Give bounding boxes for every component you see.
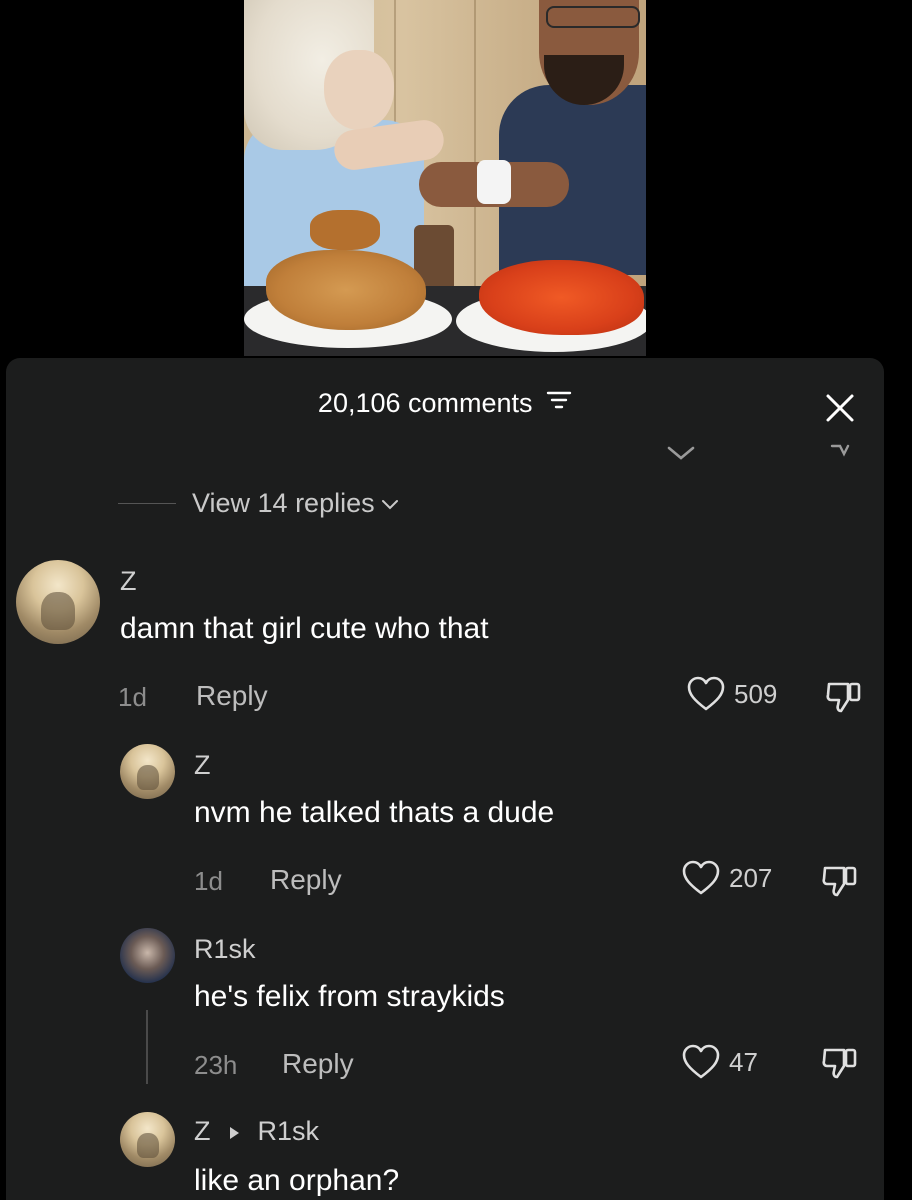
person-left-face xyxy=(324,50,394,130)
wristband xyxy=(477,160,511,204)
comment-text: like an orphan? xyxy=(194,1164,400,1197)
comment-time: 23h xyxy=(194,1050,238,1080)
person-right-glasses xyxy=(546,6,640,28)
view-replies-label: View 14 replies xyxy=(192,488,375,518)
spicy-chicken xyxy=(479,260,644,335)
reply-button[interactable]: Reply xyxy=(270,864,342,896)
comment-username[interactable]: Z xyxy=(194,750,211,781)
comment-username[interactable]: Z xyxy=(120,566,137,597)
close-icon[interactable] xyxy=(824,392,856,424)
previous-comment-cut-row xyxy=(6,440,884,462)
thumbs-down-icon[interactable] xyxy=(820,862,860,905)
thread-line xyxy=(146,1010,148,1084)
avatar[interactable] xyxy=(120,744,175,799)
comment-time: 1d xyxy=(118,682,147,712)
comment-text: damn that girl cute who that xyxy=(120,612,489,645)
comment-username[interactable]: R1sk xyxy=(194,934,256,965)
comment-username[interactable]: Z xyxy=(194,1116,211,1146)
like-count: 47 xyxy=(729,1046,758,1077)
like-button[interactable]: 509 xyxy=(686,676,777,712)
reply-button[interactable]: Reply xyxy=(282,1048,354,1080)
app-screen: 20,106 comments View 14 replies Z damn t… xyxy=(0,0,912,1200)
like-count: 207 xyxy=(729,862,773,893)
like-count: 509 xyxy=(734,678,778,709)
avatar[interactable] xyxy=(16,560,100,644)
comments-sheet: 20,106 comments View 14 replies Z damn t… xyxy=(6,358,884,1200)
comments-header: 20,106 comments xyxy=(6,388,884,419)
avatar[interactable] xyxy=(120,928,175,983)
like-button[interactable]: 47 xyxy=(681,1044,758,1080)
like-button[interactable]: 207 xyxy=(681,860,772,896)
fried-chicken-piece xyxy=(310,210,380,250)
reply-header: Z R1sk xyxy=(194,1116,319,1147)
fried-chicken xyxy=(266,250,426,330)
cut-heart-icon xyxy=(667,446,695,460)
thumbs-down-icon[interactable] xyxy=(820,1044,860,1087)
heart-icon xyxy=(682,860,720,895)
thumbs-down-icon[interactable] xyxy=(824,678,864,721)
video-player[interactable] xyxy=(244,0,646,356)
comment-text: nvm he talked thats a dude xyxy=(194,796,555,829)
heart-icon xyxy=(687,676,725,711)
comment-time: 1d xyxy=(194,866,223,896)
avatar[interactable] xyxy=(120,1112,175,1167)
caret-right-icon xyxy=(230,1126,240,1139)
view-replies-button[interactable]: View 14 replies xyxy=(118,488,399,519)
cut-dislike-icon xyxy=(830,444,850,457)
reply-button[interactable]: Reply xyxy=(196,680,268,712)
comments-count-title: 20,106 comments xyxy=(317,388,533,418)
divider xyxy=(118,503,176,504)
chevron-down-icon xyxy=(381,499,398,509)
filter-icon[interactable] xyxy=(546,387,572,418)
heart-icon xyxy=(682,1044,720,1079)
comment-text: he's felix from straykids xyxy=(194,980,505,1013)
reply-to-username[interactable]: R1sk xyxy=(258,1116,320,1146)
